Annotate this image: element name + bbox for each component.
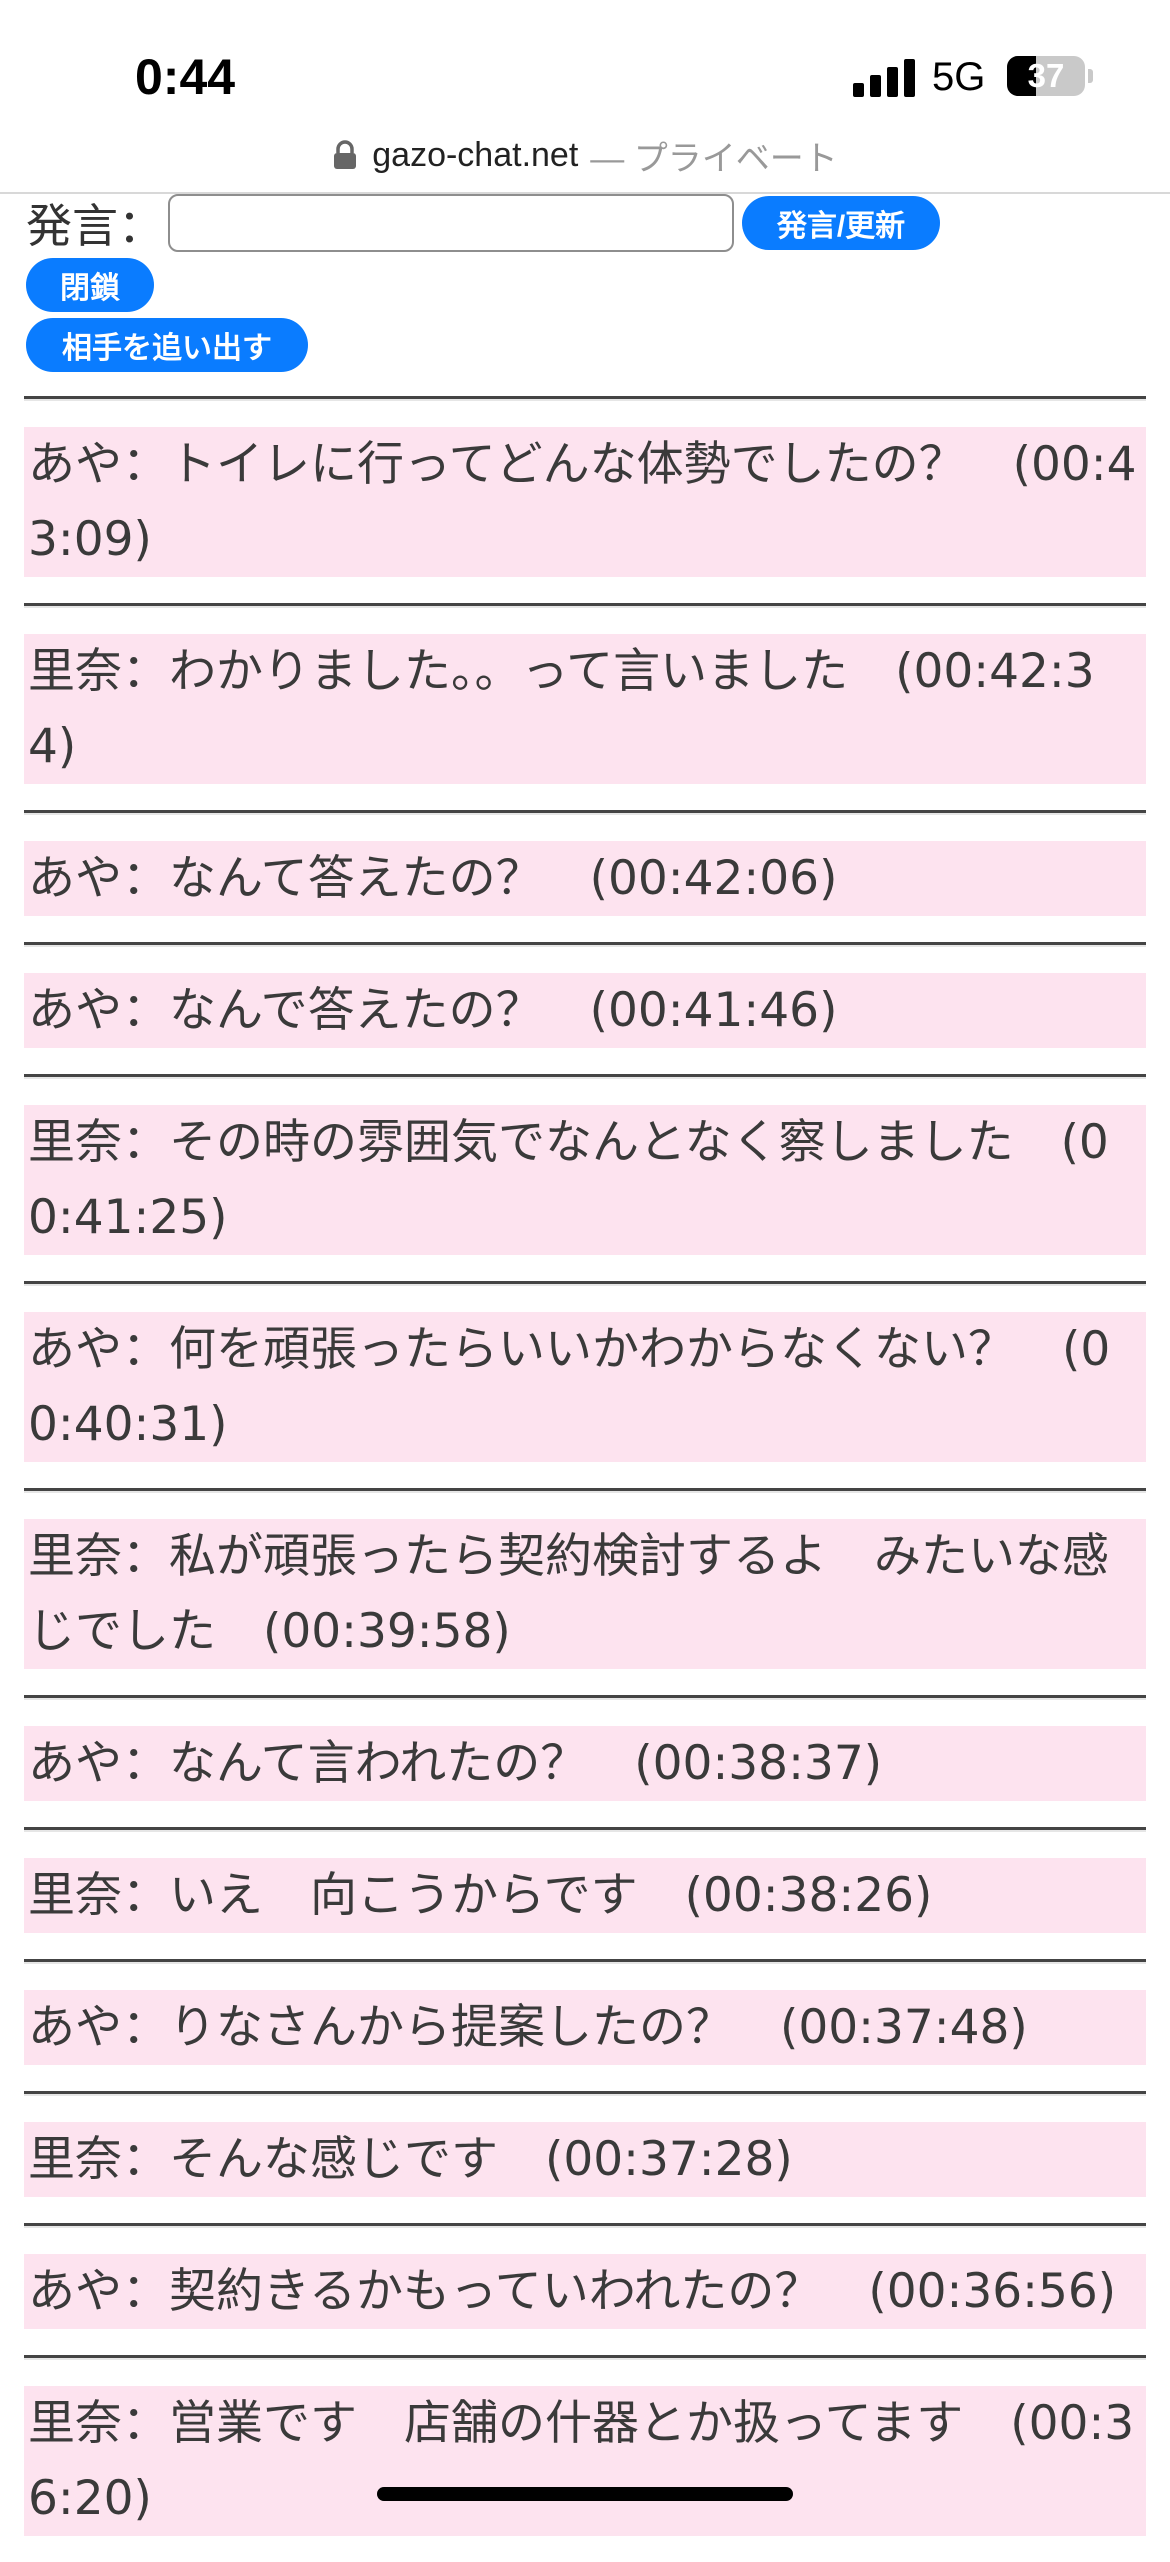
home-indicator[interactable] (377, 2487, 793, 2501)
chat-message: あや：トイレに行ってどんな体勢でしたの？ (00:43:09) (24, 427, 1146, 577)
list-item: 里奈：いえ 向こうからです (00:38:26) (0, 1827, 1170, 1933)
divider (24, 1959, 1146, 1964)
divider (24, 396, 1146, 401)
kick-partner-button[interactable]: 相手を追い出す (26, 318, 308, 372)
divider (24, 2223, 1146, 2228)
list-item: あや：なんで答えたの？ (00:41:46) (0, 942, 1170, 1048)
list-item: 里奈：私が頑張ったら契約検討するよ みたいな感じでした (00:39:58) (0, 1488, 1170, 1669)
list-item: あや：何を頑張ったらいいかわからなくない？ (00:40:31) (0, 1281, 1170, 1462)
cellular-signal-icon (853, 57, 915, 97)
url-bar[interactable]: gazo-chat.net — プライベート (0, 118, 1170, 192)
divider (24, 1281, 1146, 1286)
message-list: あや：トイレに行ってどんな体勢でしたの？ (00:43:09) 里奈：わかりまし… (0, 396, 1170, 2562)
divider (24, 1695, 1146, 1700)
divider (24, 1827, 1146, 1832)
list-item: 里奈：わかりました。。って言いました (00:42:34) (0, 603, 1170, 784)
battery-icon: 37 (1007, 56, 1085, 96)
list-item: あや：なんて言われたの？ (00:38:37) (0, 1695, 1170, 1801)
divider (24, 942, 1146, 947)
chat-message: あや：りなさんから提案したの？ (00:37:48) (24, 1990, 1146, 2065)
close-room-button[interactable]: 閉鎖 (26, 258, 154, 312)
chat-message: 里奈：わかりました。。って言いました (00:42:34) (24, 634, 1146, 784)
list-item: あや：なんて答えたの？ (00:42:06) (0, 810, 1170, 916)
chat-message: あや：なんて言われたの？ (00:38:37) (24, 1726, 1146, 1801)
divider (24, 810, 1146, 815)
chat-message: 里奈：その時の雰囲気でなんとなく察しました (00:41:25) (24, 1105, 1146, 1255)
browsing-mode: — プライベート (590, 139, 838, 178)
list-item: 里奈：そんな感じです (00:37:28) (0, 2091, 1170, 2197)
divider (24, 1074, 1146, 1079)
chat-message: 里奈：そんな感じです (00:37:28) (24, 2122, 1146, 2197)
chat-message: あや：契約きるかもっていわれたの？ (00:36:56) (24, 2254, 1146, 2329)
message-label: 発言： (26, 199, 164, 253)
network-type: 5G (932, 55, 986, 99)
divider (24, 1488, 1146, 1493)
lock-icon (334, 140, 357, 169)
list-item: あや：りなさんから提案したの？ (00:37:48) (0, 1959, 1170, 2065)
divider (24, 2355, 1146, 2360)
battery-nub (1088, 69, 1093, 83)
chat-message: 里奈：いえ 向こうからです (00:38:26) (24, 1858, 1146, 1933)
battery-percent: 37 (1027, 57, 1065, 94)
chat-message: 里奈：営業です 店舗の什器とか扱ってます (00:36:20) (24, 2386, 1146, 2536)
divider (24, 603, 1146, 608)
send-refresh-button[interactable]: 発言/更新 (742, 196, 940, 250)
list-item: 里奈：その時の雰囲気でなんとなく察しました (00:41:25) (0, 1074, 1170, 1255)
list-item: あや：トイレに行ってどんな体勢でしたの？ (00:43:09) (0, 396, 1170, 577)
list-item: 里奈：営業です 店舗の什器とか扱ってます (00:36:20) (0, 2355, 1170, 2536)
chat-message: あや：何を頑張ったらいいかわからなくない？ (00:40:31) (24, 1312, 1146, 1462)
url-domain: gazo-chat.net (372, 135, 579, 174)
status-time: 0:44 (135, 49, 236, 105)
list-item: あや：契約きるかもっていわれたの？ (00:36:56) (0, 2223, 1170, 2329)
chat-message: あや：なんで答えたの？ (00:41:46) (24, 973, 1146, 1048)
chat-message: あや：なんて答えたの？ (00:42:06) (24, 841, 1146, 916)
chat-message: 里奈：私が頑張ったら契約検討するよ みたいな感じでした (00:39:58) (24, 1519, 1146, 1669)
message-input[interactable] (168, 194, 734, 252)
divider (24, 2091, 1146, 2096)
